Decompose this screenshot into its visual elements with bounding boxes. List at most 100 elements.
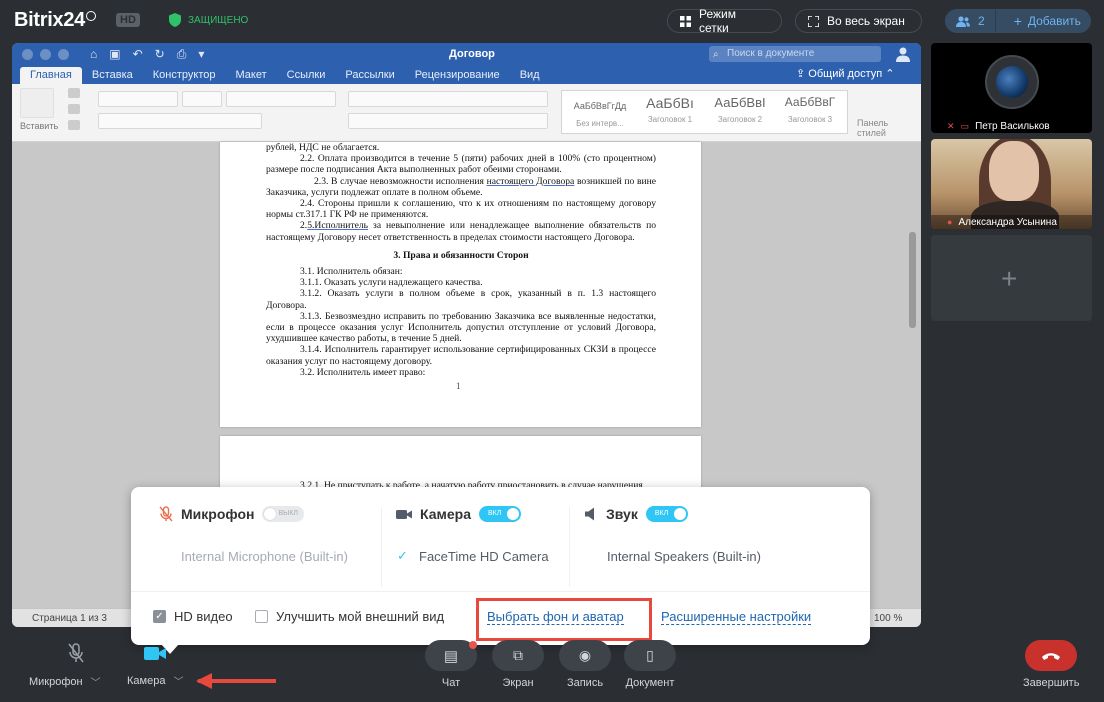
font-grow-buttons[interactable] bbox=[226, 91, 336, 107]
plus-icon: + bbox=[1001, 263, 1018, 294]
document-icon: ▯ bbox=[646, 647, 654, 663]
plus-icon: + bbox=[1013, 13, 1022, 29]
font-size-select[interactable] bbox=[182, 91, 222, 107]
users-button[interactable]: 2 + Добавить bbox=[945, 9, 1091, 33]
undo-icon[interactable]: ↶ bbox=[133, 47, 143, 62]
style-no-spacing[interactable]: АаБбВвГгДд Без интерв... bbox=[566, 95, 634, 128]
speaker-icon bbox=[585, 507, 594, 521]
document-control[interactable]: ▯ Документ bbox=[624, 640, 676, 689]
microphone-device[interactable]: Internal Microphone (Built-in) bbox=[181, 549, 348, 564]
participant-tile-petr[interactable]: ✕ ▭ Петр Васильков bbox=[931, 43, 1092, 133]
mic-muted-icon: ● bbox=[947, 217, 953, 227]
window-controls bbox=[22, 49, 69, 60]
mic-off-icon bbox=[68, 643, 84, 663]
tab-layout[interactable]: Макет bbox=[225, 69, 276, 84]
style-heading-2[interactable]: АаБбВвI Заголовок 2 bbox=[706, 95, 774, 124]
unread-badge bbox=[469, 641, 477, 649]
camera-device[interactable]: FaceTime HD Camera bbox=[419, 549, 549, 564]
hd-video-option[interactable]: ✓ HD видео bbox=[153, 609, 233, 624]
hd-badge: HD bbox=[116, 13, 140, 27]
tab-view[interactable]: Вид bbox=[510, 69, 550, 84]
participant-name: Петр Васильков bbox=[975, 120, 1050, 132]
word-ribbon-tabs: Главная Вставка Конструктор Макет Ссылки… bbox=[12, 66, 921, 84]
chat-icon: ▤ bbox=[443, 647, 459, 665]
close-dot-icon[interactable] bbox=[22, 49, 33, 60]
word-ribbon: Вставить АаБбВвГгДд Без интерв... АаБбВı… bbox=[12, 84, 921, 142]
camera-control[interactable]: Камера ﹀ bbox=[127, 643, 183, 688]
device-settings-popup: Микрофон ВЫКЛ Internal Microphone (Built… bbox=[131, 487, 870, 654]
improve-look-option[interactable]: Улучшить мой внешний вид bbox=[255, 609, 444, 624]
paste-button[interactable] bbox=[20, 88, 54, 118]
record-control[interactable]: ◉ Запись bbox=[559, 640, 611, 689]
paragraph-align-buttons[interactable] bbox=[348, 113, 548, 129]
end-call-button[interactable] bbox=[1025, 640, 1078, 671]
paste-label: Вставить bbox=[20, 121, 59, 131]
redo-icon[interactable]: ↻ bbox=[155, 47, 165, 62]
chevron-down-icon[interactable]: ﹀ bbox=[91, 674, 101, 689]
hang-up-icon bbox=[1042, 652, 1061, 660]
speaker-device[interactable]: Internal Speakers (Built-in) bbox=[607, 549, 761, 564]
advanced-settings-link[interactable]: Расширенные настройки bbox=[661, 609, 812, 625]
tab-review[interactable]: Рецензирование bbox=[405, 69, 510, 84]
cut-icon[interactable] bbox=[68, 88, 80, 98]
fullscreen-icon bbox=[808, 15, 819, 27]
document-button[interactable]: ▯ bbox=[624, 640, 676, 671]
screen-share-control[interactable]: ⧉ Экран bbox=[492, 640, 544, 689]
account-icon[interactable] bbox=[896, 46, 910, 62]
minimize-dot-icon[interactable] bbox=[40, 49, 51, 60]
page-scrollbar[interactable] bbox=[909, 232, 915, 328]
search-icon: ⌕ bbox=[713, 49, 719, 60]
hd-video-checkbox[interactable]: ✓ bbox=[153, 610, 166, 623]
bitrix24-logo: Bitrix24 bbox=[14, 9, 96, 32]
style-heading-1[interactable]: АаБбВı Заголовок 1 bbox=[636, 95, 704, 124]
participants-count[interactable]: 2 bbox=[946, 10, 996, 32]
zoom-dot-icon[interactable] bbox=[58, 49, 69, 60]
zoom-level[interactable]: 100 % bbox=[874, 613, 902, 624]
share-button[interactable]: ⇪ Общий доступ ⌃ bbox=[796, 67, 894, 80]
mic-muted-icon: ✕ bbox=[947, 120, 955, 131]
sound-toggle[interactable]: ВКЛ bbox=[645, 506, 688, 522]
format-painter-icon[interactable] bbox=[68, 120, 80, 130]
save-icon[interactable]: ▣ bbox=[109, 47, 120, 62]
microphone-toggle[interactable]: ВЫКЛ bbox=[262, 506, 305, 522]
microphone-control[interactable]: Микрофон ﹀ bbox=[29, 641, 101, 689]
print-icon[interactable]: ⎙ bbox=[177, 47, 187, 62]
page-number: 1 bbox=[456, 381, 461, 391]
screen-share-button[interactable]: ⧉ bbox=[492, 640, 544, 671]
improve-look-checkbox[interactable] bbox=[255, 610, 268, 623]
style-heading-3[interactable]: АаБбВвГ Заголовок 3 bbox=[776, 95, 844, 124]
document-title: Договор bbox=[449, 48, 495, 60]
tab-design[interactable]: Конструктор bbox=[143, 69, 226, 84]
camera-icon bbox=[396, 509, 412, 519]
font-name-select[interactable] bbox=[98, 91, 178, 107]
checkmark-icon: ✓ bbox=[397, 548, 408, 563]
fullscreen-button[interactable]: Во весь экран bbox=[795, 9, 922, 33]
home-icon[interactable]: ⌂ bbox=[90, 47, 97, 62]
participant-video bbox=[989, 141, 1039, 201]
styles-gallery[interactable]: АаБбВвГгДд Без интерв... АаБбВı Заголово… bbox=[561, 90, 848, 134]
tab-mailings[interactable]: Рассылки bbox=[335, 69, 404, 84]
tab-home[interactable]: Главная bbox=[20, 67, 82, 84]
chevron-down-icon[interactable]: ﹀ bbox=[173, 673, 183, 688]
tab-insert[interactable]: Вставка bbox=[82, 69, 143, 84]
grid-mode-button[interactable]: Режим сетки bbox=[667, 7, 782, 35]
tab-references[interactable]: Ссылки bbox=[277, 69, 336, 84]
camera-toggle[interactable]: ВКЛ bbox=[478, 506, 521, 522]
customize-icon[interactable]: ▾ bbox=[198, 47, 204, 62]
styles-pane-button[interactable]: Панель стилей bbox=[857, 118, 888, 138]
copy-icon[interactable] bbox=[68, 104, 80, 114]
camera-icon bbox=[144, 647, 167, 660]
participant-tile-alexandra[interactable]: ● Александра Усынина bbox=[931, 139, 1092, 229]
record-button[interactable]: ◉ bbox=[559, 640, 611, 671]
add-participant-button[interactable]: + Добавить bbox=[1004, 13, 1091, 29]
list-buttons[interactable] bbox=[348, 91, 548, 107]
font-format-buttons[interactable] bbox=[98, 113, 262, 129]
add-participant-tile[interactable]: + bbox=[931, 235, 1092, 321]
record-icon: ◉ bbox=[578, 647, 592, 663]
mic-off-icon bbox=[159, 506, 173, 522]
word-title-bar: ⌂ ▣ ↶ ↻ ⎙ ▾ Договор ⌕ Поиск в документе bbox=[12, 43, 921, 66]
end-call-control[interactable]: Завершить bbox=[1023, 640, 1079, 689]
quick-access-toolbar: ⌂ ▣ ↶ ↻ ⎙ ▾ bbox=[90, 47, 204, 62]
document-search-input[interactable]: ⌕ Поиск в документе bbox=[709, 46, 881, 62]
shield-icon bbox=[169, 13, 181, 27]
